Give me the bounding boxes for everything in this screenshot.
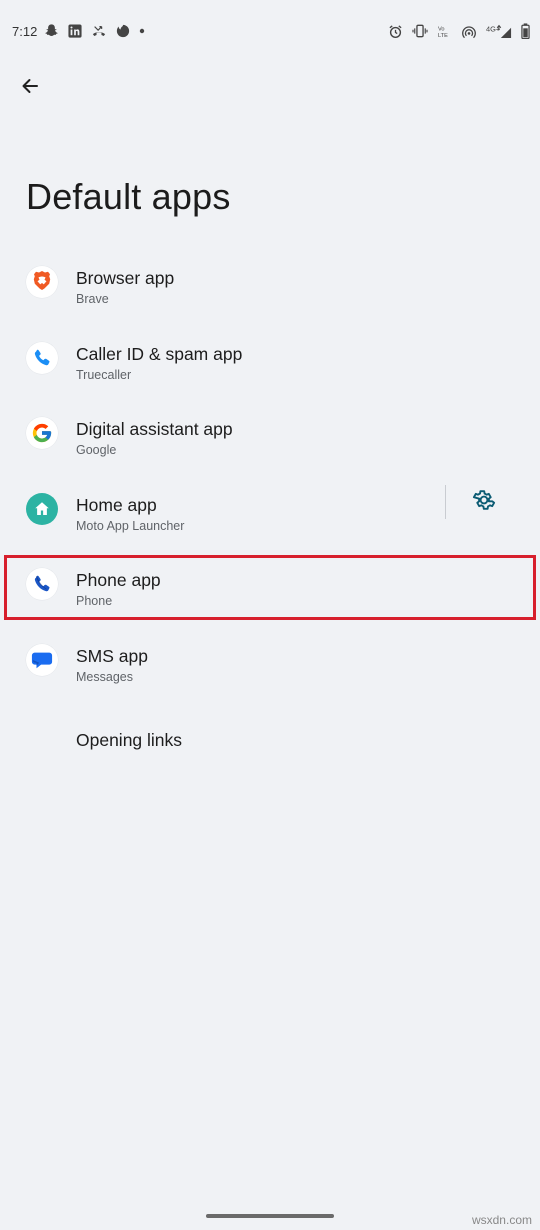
item-title: Browser app — [76, 268, 175, 288]
battery-icon — [521, 23, 530, 39]
vibrate-icon — [412, 24, 428, 38]
list-item-browser-app[interactable]: Browser app Brave — [0, 244, 540, 320]
item-subtitle: Phone — [76, 594, 113, 608]
page-title: Default apps — [26, 176, 231, 217]
item-title: Home app — [76, 494, 157, 515]
more-notifications-dot-icon — [139, 28, 145, 34]
list-item-sms-app[interactable]: SMS app Messages — [0, 622, 540, 698]
list-item-caller-id-app[interactable]: Caller ID & spam app Truecaller — [0, 320, 540, 396]
system-icons: Vo LTE 4G+ — [388, 23, 530, 39]
google-icon — [26, 417, 58, 449]
home-app-settings-button[interactable] — [468, 487, 500, 519]
list-item-opening-links[interactable]: Opening links — [0, 697, 540, 773]
hotspot-icon — [461, 24, 477, 39]
item-subtitle: Truecaller — [76, 367, 132, 382]
item-subtitle: Moto App Launcher — [76, 518, 185, 533]
item-subtitle: Google — [76, 443, 117, 457]
item-title: Digital assistant app — [76, 419, 233, 439]
gear-icon — [472, 488, 496, 517]
list-item-home-app[interactable]: Home app Moto App Launcher — [0, 471, 540, 547]
missed-call-icon — [91, 24, 107, 38]
gesture-navigation-handle[interactable] — [206, 1214, 334, 1218]
linkedin-icon — [68, 23, 82, 38]
back-button[interactable] — [14, 72, 46, 104]
brave-icon — [26, 266, 58, 298]
divider — [445, 484, 446, 519]
list-item-phone-app[interactable]: Phone app Phone — [0, 546, 540, 622]
watermark: wsxdn.com — [471, 1213, 532, 1227]
status-time: 7:12 — [12, 24, 38, 39]
item-title: Phone app — [76, 570, 161, 590]
phone-icon — [26, 568, 58, 600]
svg-text:4G+: 4G+ — [486, 24, 500, 33]
item-title: Caller ID & spam app — [76, 343, 243, 364]
item-subtitle: Brave — [76, 292, 109, 306]
svg-text:Vo: Vo — [438, 26, 445, 32]
snapchat-icon — [44, 23, 59, 38]
alarm-icon — [388, 24, 403, 39]
item-title: SMS app — [76, 645, 148, 666]
volte-icon: Vo LTE — [437, 24, 452, 39]
list-item-digital-assistant-app[interactable]: Digital assistant app Google — [0, 395, 540, 471]
home-icon — [26, 492, 58, 525]
svg-text:LTE: LTE — [438, 33, 448, 39]
firefox-icon — [116, 24, 130, 38]
notification-icons — [44, 23, 145, 38]
mobile-signal-icon: 4G+ — [486, 24, 512, 39]
truecaller-icon — [26, 341, 58, 374]
messages-icon — [26, 643, 58, 676]
item-title: Opening links — [76, 730, 183, 750]
item-subtitle: Messages — [76, 669, 133, 684]
arrow-back-icon — [20, 76, 40, 101]
status-bar: 7:12 Vo LTE 4G+ — [0, 0, 540, 66]
default-apps-list: Browser app Brave Caller ID & spam app T… — [0, 244, 540, 773]
